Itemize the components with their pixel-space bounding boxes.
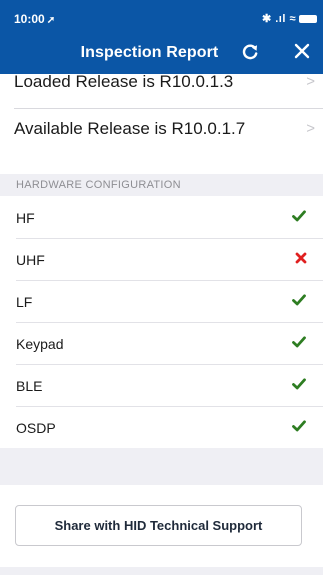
available-release-row[interactable]: Available Release is R10.0.1.7 > xyxy=(0,109,323,158)
location-arrow-icon: ➚ xyxy=(46,15,56,26)
refresh-icon[interactable] xyxy=(241,43,259,61)
hardware-label: Keypad xyxy=(16,336,64,352)
checkmark-icon xyxy=(292,210,306,222)
battery-icon xyxy=(299,15,317,24)
status-icons: ✱ .ıl ≈ xyxy=(262,12,317,25)
hardware-row-uhf: UHF xyxy=(0,238,323,280)
hardware-label: BLE xyxy=(16,378,43,394)
available-release-label: Available Release is R10.0.1.7 xyxy=(14,119,246,138)
hardware-row-hf: HF xyxy=(0,196,323,238)
share-support-button[interactable]: Share with HID Technical Support xyxy=(15,505,302,546)
share-section: Share with HID Technical Support xyxy=(0,485,323,567)
app-header: 10:00 ➚ ✱ .ıl ≈ Inspection Report xyxy=(0,0,323,74)
checkmark-icon xyxy=(292,420,306,432)
page-title-text: Inspection Report xyxy=(80,44,219,61)
checkmark-icon xyxy=(292,378,306,390)
hardware-row-osdp: OSDP xyxy=(0,406,323,448)
hardware-label: HF xyxy=(16,210,35,226)
close-icon[interactable] xyxy=(293,42,311,60)
hardware-list: HF UHF LF Keypad BLE OSDP xyxy=(0,196,323,448)
status-time: 10:00 ➚ xyxy=(14,12,56,26)
hardware-row-lf: LF xyxy=(0,280,323,322)
hardware-row-keypad: Keypad xyxy=(0,322,323,364)
hardware-label: UHF xyxy=(16,252,45,268)
hardware-label: OSDP xyxy=(16,420,56,436)
page-title: Inspection Report xyxy=(0,44,323,62)
checkmark-icon xyxy=(292,336,306,348)
checkmark-icon xyxy=(292,294,306,306)
chevron-right-icon: > xyxy=(306,120,315,137)
hardware-label: LF xyxy=(16,294,33,310)
release-group: Loaded Release is R10.0.1.3 > Available … xyxy=(0,72,323,174)
hardware-section-header: HARDWARE CONFIGURATION xyxy=(16,179,181,191)
loaded-release-label: Loaded Release is R10.0.1.3 xyxy=(14,72,234,91)
status-bar: 10:00 ➚ ✱ .ıl ≈ xyxy=(0,0,323,36)
hardware-row-ble: BLE xyxy=(0,364,323,406)
chevron-right-icon: > xyxy=(306,73,315,90)
signal-wifi-icons: ✱ .ıl ≈ xyxy=(261,13,296,25)
cross-icon xyxy=(295,252,307,264)
